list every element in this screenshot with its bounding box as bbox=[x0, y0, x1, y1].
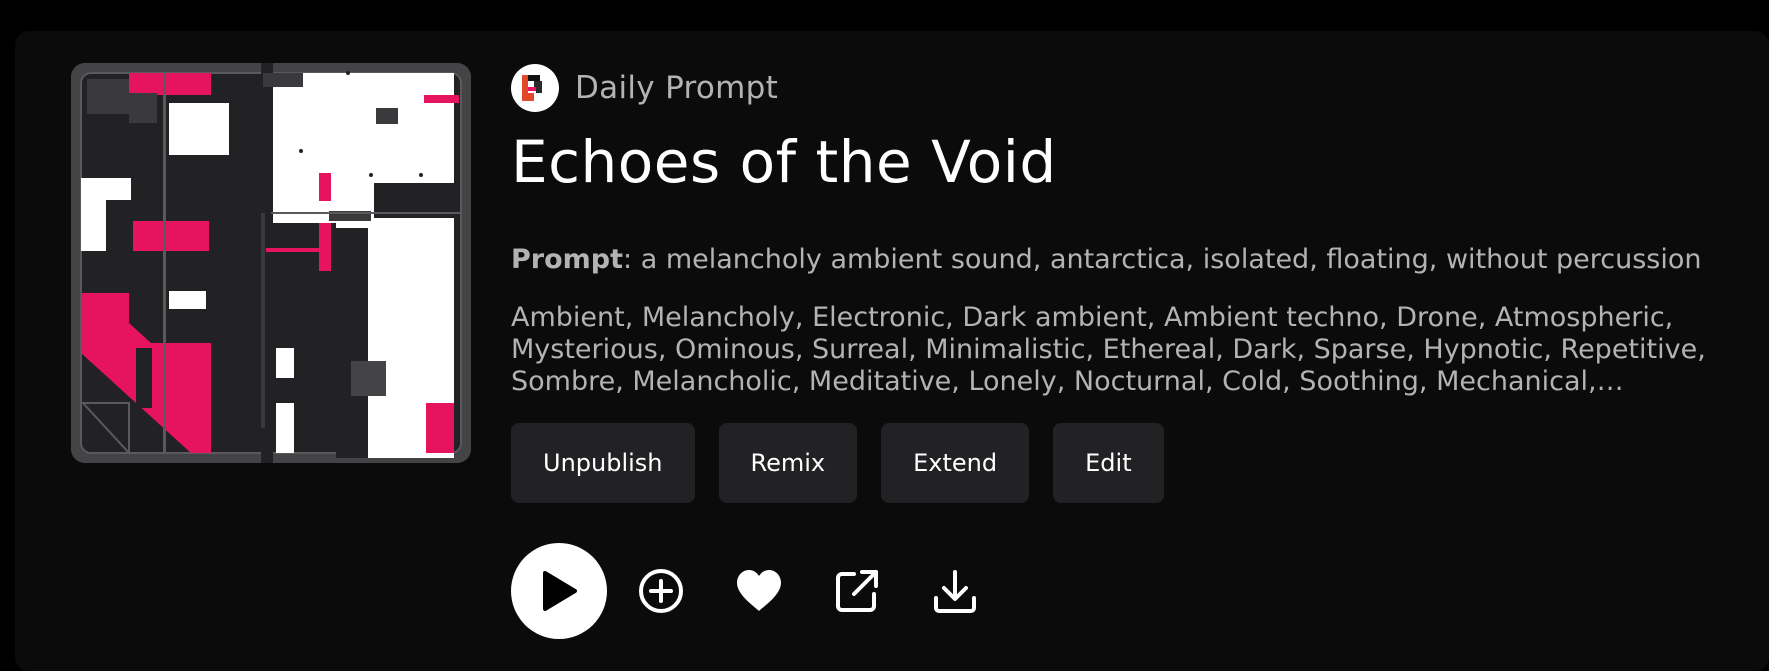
like-button[interactable] bbox=[731, 563, 787, 619]
download-button[interactable] bbox=[927, 563, 983, 619]
download-icon bbox=[934, 570, 976, 613]
action-buttons: Unpublish Remix Extend Edit bbox=[511, 423, 1164, 503]
source-name[interactable]: Daily Prompt bbox=[575, 70, 778, 106]
cover-art bbox=[71, 63, 471, 463]
prompt-value: : a melancholy ambient sound, antarctica… bbox=[623, 244, 1702, 275]
cover-art-image bbox=[71, 63, 471, 463]
share-external-icon bbox=[836, 570, 878, 612]
share-button[interactable] bbox=[829, 563, 885, 619]
heart-icon bbox=[737, 570, 781, 611]
style-tags: Ambient, Melancholy, Electronic, Dark am… bbox=[511, 302, 1706, 397]
prompt-text: Prompt: a melancholy ambient sound, anta… bbox=[511, 244, 1721, 275]
extend-button[interactable]: Extend bbox=[881, 423, 1030, 503]
edit-button[interactable]: Edit bbox=[1053, 423, 1164, 503]
playback-controls bbox=[511, 543, 1025, 639]
play-button[interactable] bbox=[511, 543, 607, 639]
remix-button[interactable]: Remix bbox=[718, 423, 858, 503]
unpublish-button[interactable]: Unpublish bbox=[511, 423, 695, 503]
track-title: Echoes of the Void bbox=[511, 128, 1057, 196]
add-to-playlist-button[interactable] bbox=[633, 563, 689, 619]
prompt-label: Prompt bbox=[511, 244, 624, 275]
play-icon bbox=[543, 571, 577, 611]
add-circle-icon bbox=[639, 569, 683, 613]
source-row[interactable]: Daily Prompt bbox=[511, 63, 778, 113]
daily-prompt-logo-icon bbox=[511, 64, 559, 112]
